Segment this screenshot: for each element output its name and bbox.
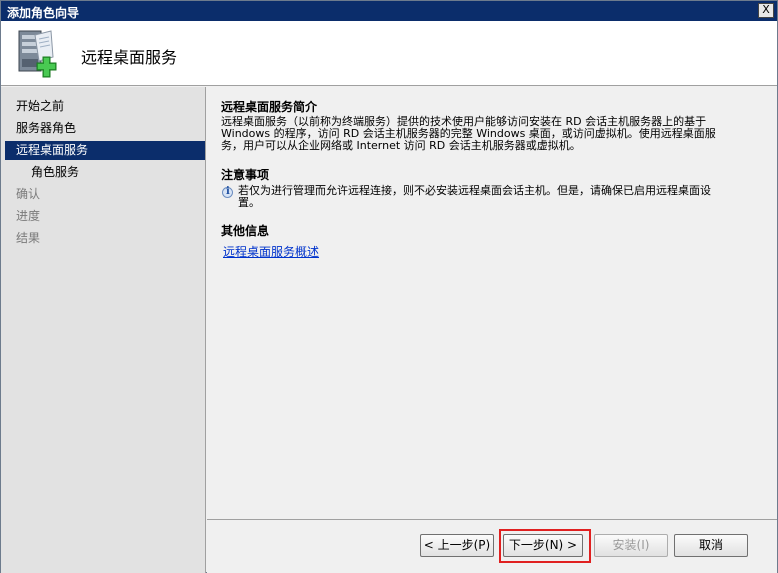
notes-heading: 注意事项 (221, 168, 270, 182)
close-icon: X (762, 3, 770, 16)
wizard-step-list: 开始之前 服务器角色 远程桌面服务 角色服务 确认 进度 结果 (1, 87, 206, 573)
cancel-button[interactable]: 取消 (674, 534, 748, 557)
previous-button[interactable]: < 上一步(P) (420, 534, 494, 557)
server-plus-icon (13, 27, 65, 81)
page-title: 远程桌面服务 (81, 48, 178, 67)
info-icon (222, 186, 233, 198)
step-server-roles[interactable]: 服务器角色 (1, 119, 206, 138)
add-roles-wizard-window: 添加角色向导 X 远程桌面服务 开始之前 服务器角色 远程桌面服务 角色服务 确… (0, 0, 778, 573)
step-remote-desktop-services[interactable]: 远程桌面服务 (5, 141, 205, 160)
step-results: 结果 (16, 231, 41, 245)
note-text-line-1: 若仅为进行管理而允许远程连接，则不必安装远程桌面会话主机。但是，请确保已启用远程… (238, 184, 711, 197)
note-text-line-2: 置。 (238, 196, 260, 209)
window-title: 添加角色向导 (7, 6, 80, 20)
install-button: 安装(I) (594, 534, 668, 557)
step-progress: 进度 (16, 209, 41, 223)
wizard-content: 远程桌面服务简介 远程桌面服务（以前称为终端服务）提供的技术使用户能够访问安装在… (207, 87, 777, 519)
close-button[interactable]: X (758, 3, 774, 18)
intro-heading: 远程桌面服务简介 (221, 100, 318, 114)
rds-overview-link[interactable]: 远程桌面服务概述 (223, 243, 319, 260)
step-before-you-begin[interactable]: 开始之前 (1, 97, 206, 116)
more-info-heading: 其他信息 (221, 224, 270, 238)
step-confirmation: 确认 (16, 187, 41, 201)
title-bar[interactable]: 添加角色向导 X (1, 1, 777, 21)
next-button[interactable]: 下一步(N) > (503, 534, 583, 557)
wizard-header: 远程桌面服务 (1, 21, 777, 86)
wizard-button-bar: < 上一步(P) 下一步(N) > 安装(I) 取消 (207, 519, 777, 573)
step-role-services[interactable]: 角色服务 (1, 163, 206, 182)
intro-text-line-3: 务，用户可以从企业网络或 Internet 访问 RD 会话主机服务器或虚拟机。 (221, 139, 581, 152)
